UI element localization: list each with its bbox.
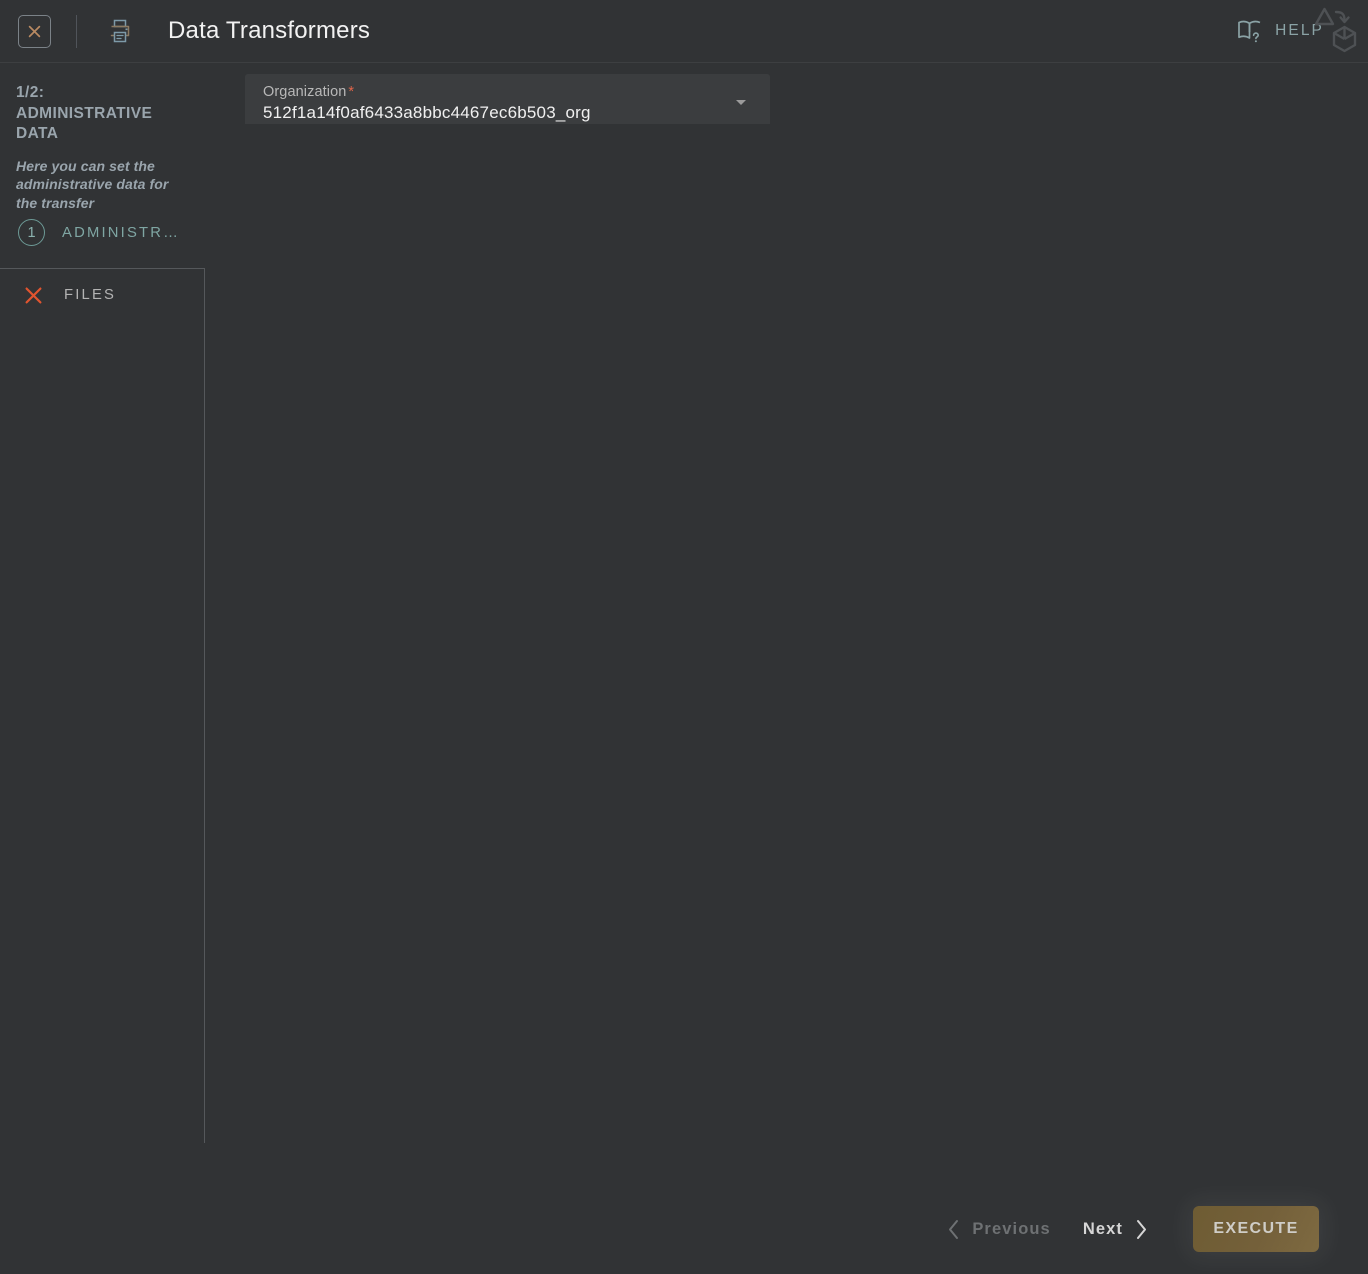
chevron-left-icon: [949, 1219, 959, 1239]
wizard-sidebar: 1/2: ADMINISTRATIVE DATA Here you can se…: [0, 63, 205, 1274]
execute-button[interactable]: EXECUTE: [1193, 1206, 1319, 1252]
close-icon: [28, 25, 41, 37]
next-button[interactable]: Next: [1083, 1219, 1148, 1240]
brand-logo: [1304, 2, 1362, 54]
step-heading: 1/2: ADMINISTRATIVE DATA: [0, 63, 205, 145]
main-content: Organization * 512f1a14f0af6433a8bbc4467e…: [205, 63, 1368, 1274]
chevron-down-icon: [736, 100, 746, 105]
data-transformers-window: Data Transformers HELP 1/2: ADMINISTRATI…: [0, 0, 1368, 1274]
organization-value: 512f1a14f0af6433a8bbc4467ec6b503_org: [263, 103, 591, 122]
sidebar-item-files[interactable]: FILES: [0, 269, 204, 321]
step-counter: 1/2:: [16, 84, 45, 101]
header-divider: [76, 14, 77, 48]
printer-icon: [110, 19, 130, 43]
execute-label: EXECUTE: [1213, 1220, 1299, 1237]
next-label: Next: [1082, 1219, 1123, 1238]
wizard-footer: Previous Next EXECUTE: [0, 1184, 1368, 1274]
files-panel: FILES: [0, 268, 205, 1143]
step-title: ADMINISTRATIVE DATA: [16, 104, 153, 143]
chevron-right-icon: [1137, 1219, 1146, 1239]
organization-label: Organization: [263, 84, 347, 100]
previous-button[interactable]: Previous: [947, 1219, 1051, 1240]
red-x-icon: [25, 287, 42, 303]
organization-select[interactable]: Organization * 512f1a14f0af6433a8bbc4467e…: [245, 74, 770, 124]
page-title: Data Transformers: [168, 17, 371, 44]
sidebar-item-label: ADMINISTR…: [62, 224, 181, 241]
book-question-icon: [1238, 20, 1261, 43]
step-description: Here you can set the administrative data…: [16, 157, 169, 211]
step-number-badge: 1: [18, 219, 45, 246]
print-button[interactable]: [103, 14, 137, 48]
app-header: Data Transformers HELP: [0, 0, 1368, 63]
files-label: FILES: [64, 287, 117, 303]
previous-label: Previous: [972, 1219, 1051, 1238]
sidebar-item-administrative-data[interactable]: 1 ADMINISTR…: [0, 213, 205, 253]
required-asterisk: *: [348, 84, 355, 100]
organization-label-wrap: Organization *: [263, 83, 756, 101]
triangle-to-cube-transform-icon: [1314, 7, 1357, 53]
close-button[interactable]: [18, 14, 51, 48]
